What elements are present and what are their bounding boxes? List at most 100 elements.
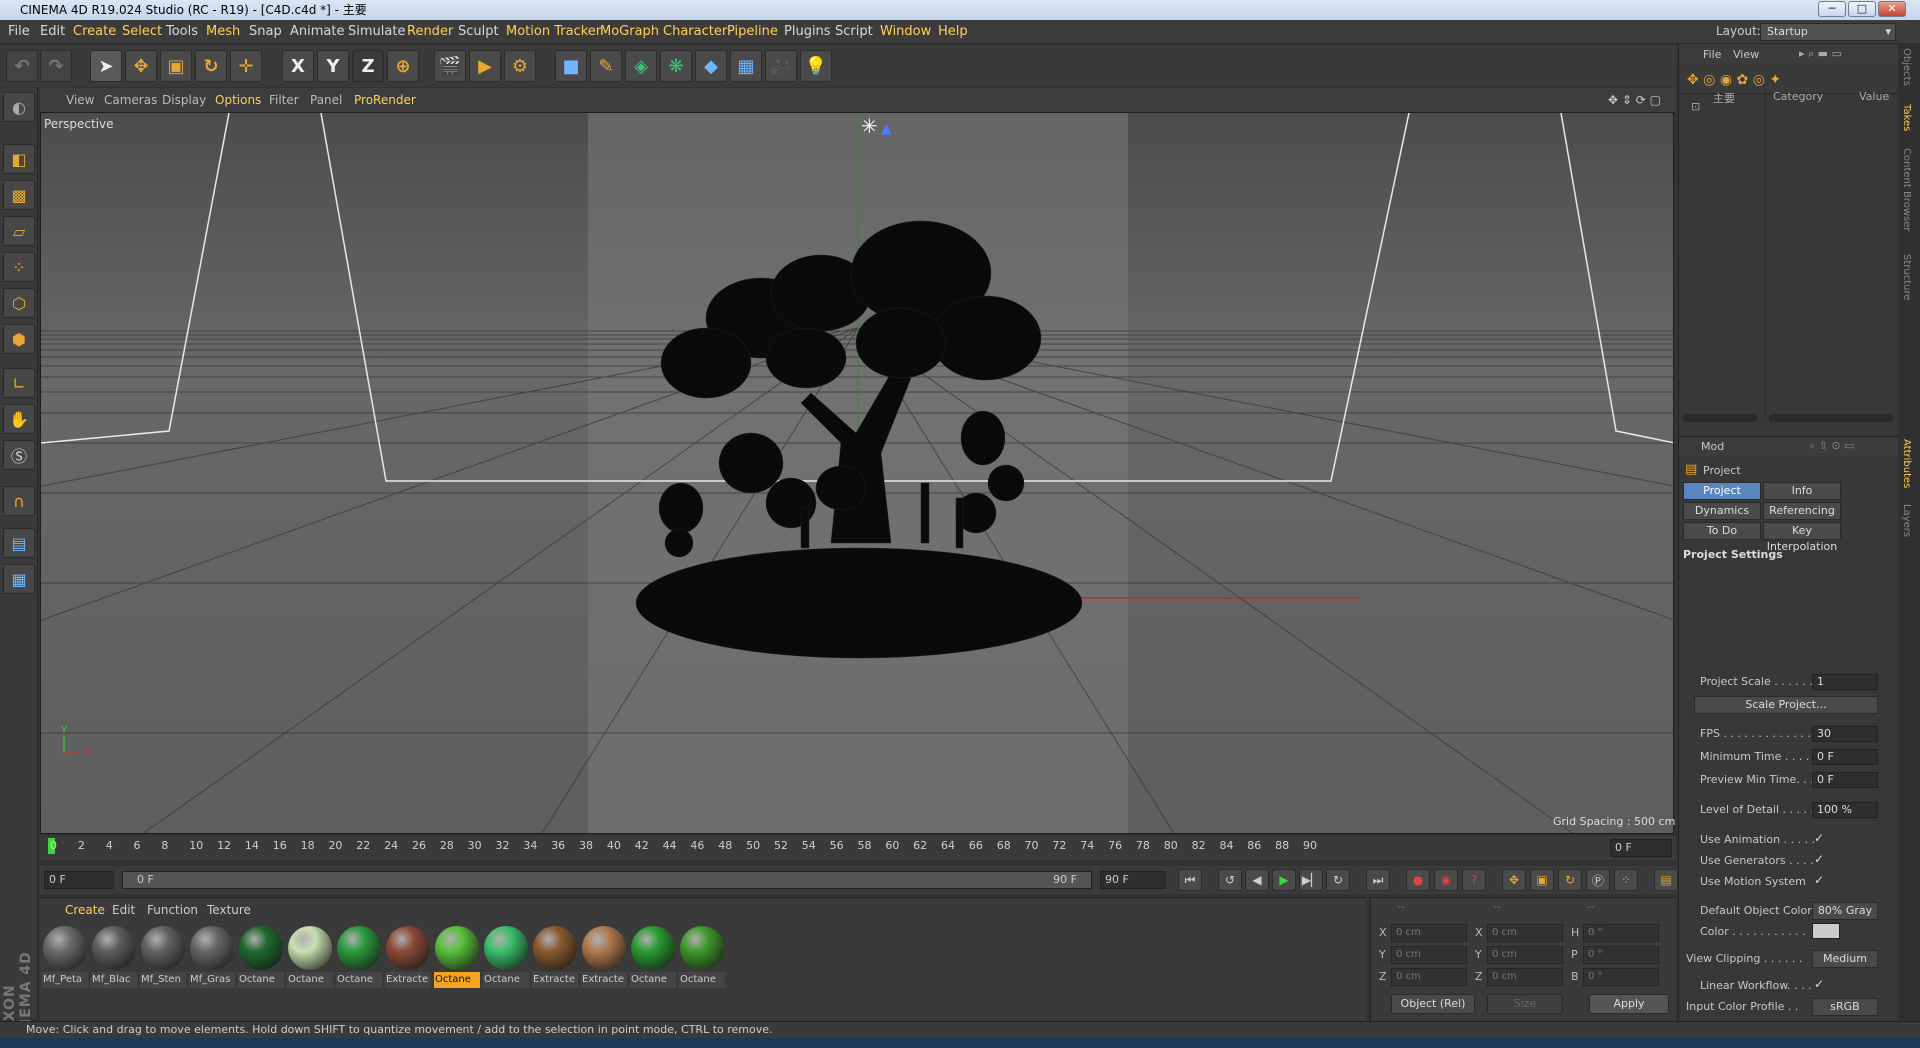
- side-tab-objects[interactable]: Objects: [1901, 48, 1912, 86]
- material-swatch[interactable]: Octane: [336, 926, 382, 988]
- coordinate-mode-select[interactable]: Object (Rel): [1391, 994, 1475, 1014]
- close-button[interactable]: ✕: [1878, 1, 1906, 17]
- points-mode-icon[interactable]: ⁘: [3, 252, 35, 282]
- key-point-level-icon[interactable]: ⁘: [1614, 869, 1638, 891]
- take-tools-icon[interactable]: ✥ ◎ ◉ ✿ ◎ ✦: [1687, 72, 1781, 88]
- solo-icon[interactable]: Ⓢ: [3, 440, 35, 470]
- lock-workplane-icon[interactable]: ▤: [3, 528, 35, 558]
- materials-menu-function[interactable]: Function: [147, 903, 198, 917]
- viewport-menu-panel[interactable]: Panel: [310, 88, 342, 112]
- size-y-field[interactable]: 0 cm: [1487, 946, 1563, 964]
- timeline-icon[interactable]: ▤: [1654, 869, 1678, 891]
- key-scale-icon[interactable]: ▣: [1530, 869, 1554, 891]
- size-x-field[interactable]: 0 cm: [1487, 924, 1563, 942]
- floor-icon[interactable]: ▦: [730, 50, 762, 82]
- menu-script[interactable]: Script: [835, 20, 873, 44]
- deformer-icon[interactable]: ◆: [695, 50, 727, 82]
- material-swatch[interactable]: Mf_Gras: [189, 926, 235, 988]
- frame-range-slider[interactable]: 0 F 90 F: [122, 871, 1092, 889]
- menu-sculpt[interactable]: Sculpt: [458, 20, 499, 44]
- viewport-menu-filter[interactable]: Filter: [269, 88, 299, 112]
- menu-animate[interactable]: Animate: [290, 20, 344, 44]
- tab-dynamics[interactable]: Dynamics: [1683, 502, 1761, 520]
- project-scale-field[interactable]: 1: [1812, 674, 1878, 690]
- pen-icon[interactable]: ✎: [590, 50, 622, 82]
- material-swatch[interactable]: Mf_Sten: [140, 926, 186, 988]
- cloner-icon[interactable]: ❋: [660, 50, 692, 82]
- transform-icon[interactable]: ✛: [230, 50, 262, 82]
- next-frame-icon[interactable]: ▶▏: [1299, 869, 1323, 891]
- materials-menu-texture[interactable]: Texture: [207, 903, 251, 917]
- render-view-icon[interactable]: 🎬: [434, 50, 466, 82]
- preview-min-time-field[interactable]: 0 F: [1812, 772, 1878, 788]
- polygons-mode-icon[interactable]: ⬢: [3, 324, 35, 354]
- start-frame-field[interactable]: 0 F: [44, 871, 114, 889]
- viewport-menu-prorender[interactable]: ProRender: [354, 88, 416, 112]
- go-to-start-icon[interactable]: ⏮: [1178, 869, 1202, 891]
- viewport-nav-icon[interactable]: ✥ ⇕ ⟳ ▢: [1608, 88, 1661, 112]
- linear-workflow-checkbox[interactable]: ✓: [1814, 977, 1824, 991]
- tab-key-interpolation[interactable]: Key Interpolation: [1763, 522, 1841, 553]
- snap-icon[interactable]: ∩: [3, 486, 35, 516]
- menu-mesh[interactable]: Mesh: [206, 20, 240, 44]
- position-z-field[interactable]: 0 cm: [1391, 968, 1467, 986]
- size-z-field[interactable]: 0 cm: [1487, 968, 1563, 986]
- tab-to-do[interactable]: To Do: [1683, 522, 1761, 540]
- side-tab-takes[interactable]: Takes: [1901, 104, 1912, 131]
- menu-simulate[interactable]: Simulate: [348, 20, 405, 44]
- timeline-ruler[interactable]: 0 2 4 6 8 10 12 14 16 18 20 22 24 26 28 30 32 34 36 38 40 42 4…: [40, 836, 1676, 860]
- rotation-h-field[interactable]: 0 °: [1583, 924, 1659, 942]
- move-icon[interactable]: ✥: [125, 50, 157, 82]
- view-clipping-select[interactable]: Medium: [1812, 950, 1878, 968]
- menu-character[interactable]: Character: [663, 20, 727, 44]
- side-tab-structure[interactable]: Structure: [1901, 254, 1912, 301]
- coordinate-system-icon[interactable]: ⊕: [387, 50, 419, 82]
- menu-file[interactable]: File: [8, 20, 30, 44]
- model-mode-icon[interactable]: ◧: [3, 144, 35, 174]
- size-mode-select[interactable]: Size: [1487, 994, 1563, 1014]
- material-swatch[interactable]: Octane: [287, 926, 333, 988]
- camera-icon[interactable]: 🎥: [765, 50, 797, 82]
- menu-help[interactable]: Help: [938, 20, 968, 44]
- tweak-icon[interactable]: ✋: [3, 404, 35, 434]
- menu-tools[interactable]: Tools: [166, 20, 198, 44]
- keyframe-selection-icon[interactable]: ?: [1462, 869, 1486, 891]
- menu-render[interactable]: Render: [407, 20, 453, 44]
- render-settings-icon[interactable]: ⚙: [504, 50, 536, 82]
- side-tab-content-browser[interactable]: Content Browser: [1901, 148, 1912, 231]
- autokey-icon[interactable]: ◉: [1434, 869, 1458, 891]
- viewport-menu-options[interactable]: Options: [215, 88, 261, 112]
- take-item-main[interactable]: 主要: [1713, 90, 1735, 106]
- render-picture-viewer-icon[interactable]: ▶: [469, 50, 501, 82]
- key-position-icon[interactable]: ✥: [1502, 869, 1526, 891]
- input-color-profile-select[interactable]: sRGB: [1812, 998, 1878, 1016]
- use-animation-checkbox[interactable]: ✓: [1814, 831, 1824, 845]
- material-swatch[interactable]: Extracte: [385, 926, 431, 988]
- subdivision-icon[interactable]: ◈: [625, 50, 657, 82]
- side-tab-attributes[interactable]: Attributes: [1901, 439, 1912, 488]
- previous-key-icon[interactable]: ↺: [1218, 869, 1242, 891]
- attributes-tools-icon[interactable]: ⌕ ⇧ ⊙ ▭: [1809, 439, 1854, 453]
- maximize-button[interactable]: □: [1848, 1, 1876, 17]
- materials-menu-edit[interactable]: Edit: [112, 903, 135, 917]
- texture-mode-icon[interactable]: ▩: [3, 180, 35, 210]
- default-object-color-select[interactable]: 80% Gray: [1812, 902, 1878, 920]
- color-swatch[interactable]: [1812, 923, 1840, 939]
- go-to-end-icon[interactable]: ⏭: [1366, 869, 1390, 891]
- z-axis-icon[interactable]: Z: [352, 50, 384, 82]
- minimize-button[interactable]: ─: [1818, 1, 1846, 17]
- select-arrow-icon[interactable]: ➤: [90, 50, 122, 82]
- rotation-p-field[interactable]: 0 °: [1583, 946, 1659, 964]
- use-motion-system-checkbox[interactable]: ✓: [1814, 873, 1824, 887]
- layout-select[interactable]: Startup ▾: [1760, 23, 1896, 41]
- redo-icon[interactable]: ↷: [40, 50, 72, 82]
- material-swatch[interactable]: Octane: [434, 926, 480, 988]
- key-parameter-icon[interactable]: Ⓟ: [1586, 869, 1610, 891]
- materials-menu-create[interactable]: Create: [65, 903, 105, 917]
- material-swatch[interactable]: Octane: [483, 926, 529, 988]
- next-key-icon[interactable]: ↻: [1326, 869, 1350, 891]
- perspective-viewport[interactable]: ✳ ▲ Y X: [40, 112, 1674, 834]
- workplane-icon[interactable]: ▱: [3, 216, 35, 246]
- tab-project-settings[interactable]: Project Settings: [1683, 482, 1761, 513]
- viewport-menu-cameras[interactable]: Cameras: [104, 88, 157, 112]
